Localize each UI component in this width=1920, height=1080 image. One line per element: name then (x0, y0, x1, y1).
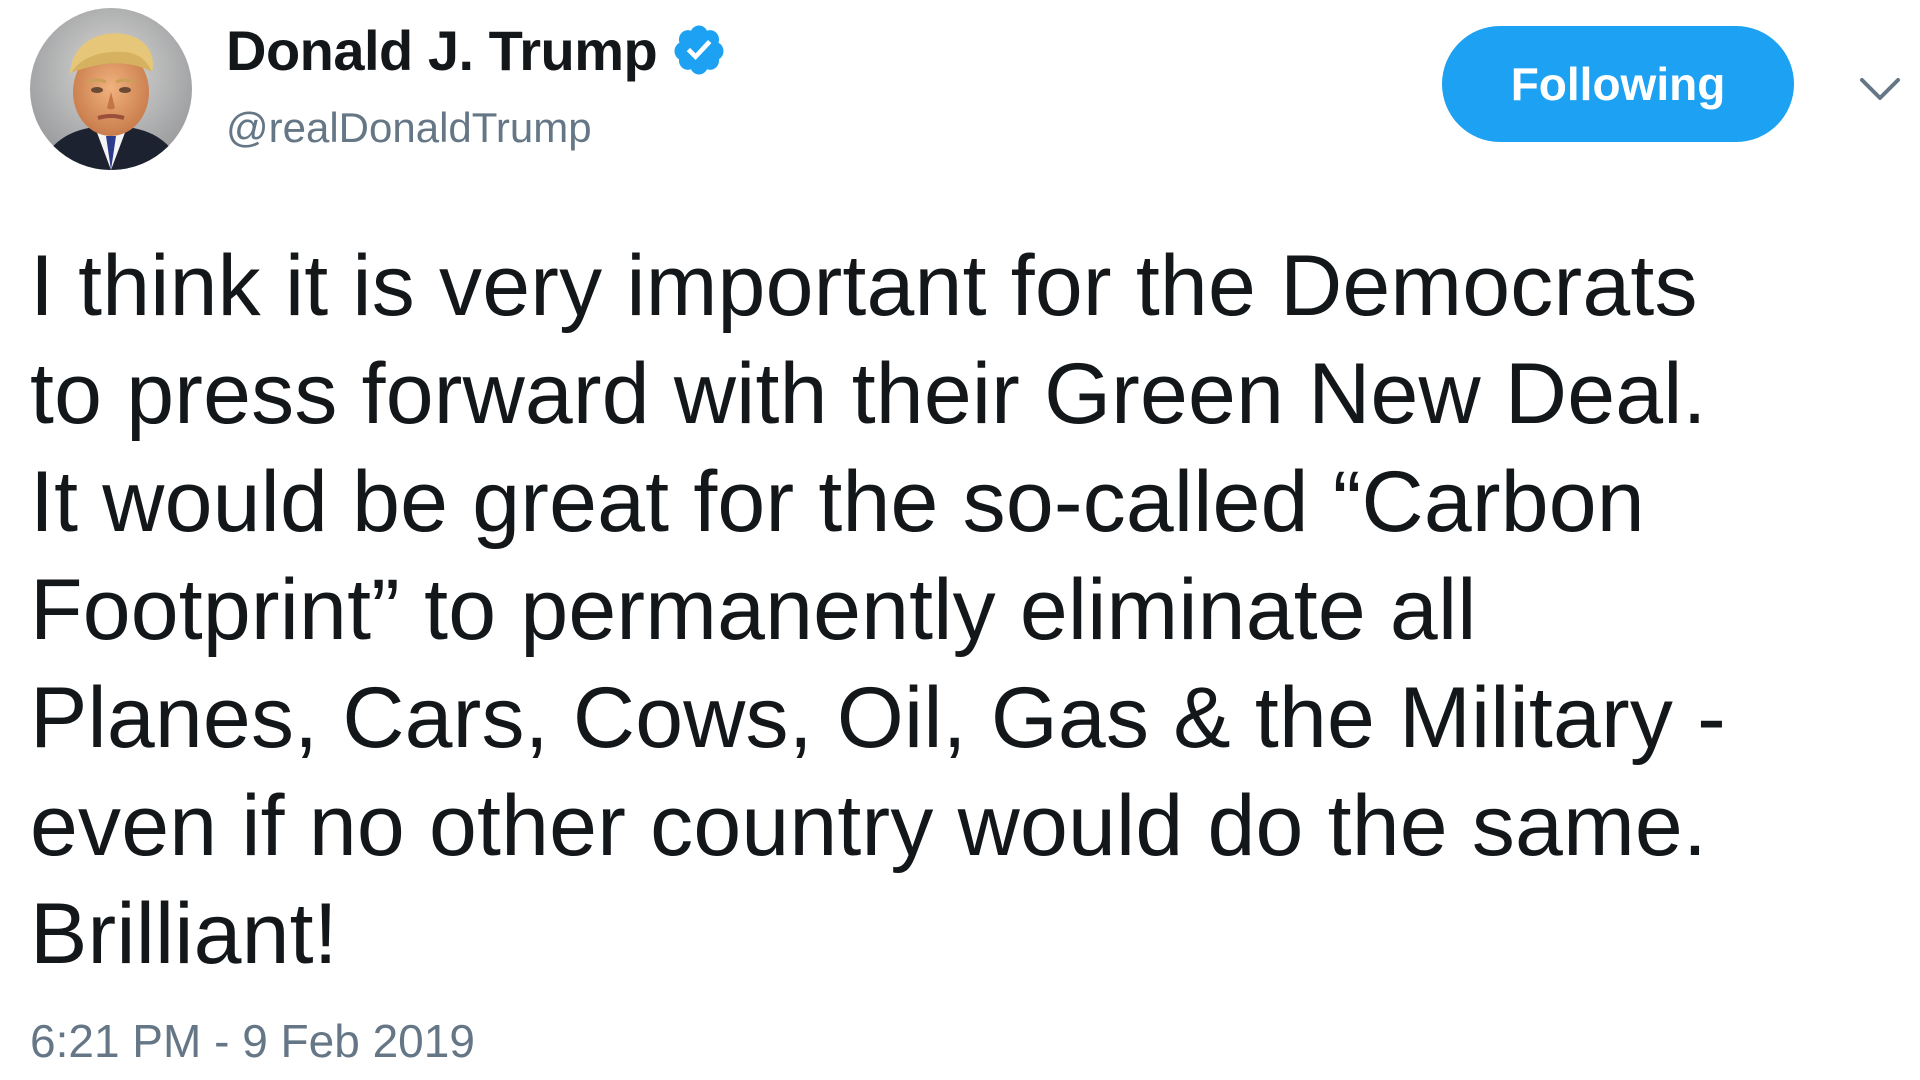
verified-badge-icon (671, 22, 727, 78)
tweet-text-line: Planes, Cars, Cows, Oil, Gas & the Milit… (30, 670, 1726, 766)
display-name[interactable]: Donald J. Trump (226, 18, 658, 83)
tweet-text-line: to press forward with their Green New De… (30, 346, 1707, 442)
tweet-card: Donald J. Trump @realDonaldTrump Followi… (0, 0, 1920, 1080)
following-button[interactable]: Following (1442, 26, 1794, 142)
tweet-text-line: even if no other country would do the sa… (30, 778, 1708, 874)
tweet-timestamp[interactable]: 6:21 PM - 9 Feb 2019 (30, 1014, 475, 1068)
tweet-text: I think it is very important for the Dem… (30, 232, 1900, 988)
avatar[interactable] (30, 8, 192, 170)
tweet-text-line: I think it is very important for the Dem… (30, 238, 1698, 334)
tweet-text-line: Brilliant! (30, 886, 338, 982)
tweet-text-line: Footprint” to permanently eliminate all (30, 562, 1477, 658)
profile-photo-icon (30, 8, 192, 170)
tweet-text-line: It would be great for the so-called “Car… (30, 454, 1645, 550)
chevron-down-icon[interactable] (1858, 68, 1902, 108)
author-handle[interactable]: @realDonaldTrump (226, 104, 592, 152)
author-name-row: Donald J. Trump (226, 14, 727, 86)
